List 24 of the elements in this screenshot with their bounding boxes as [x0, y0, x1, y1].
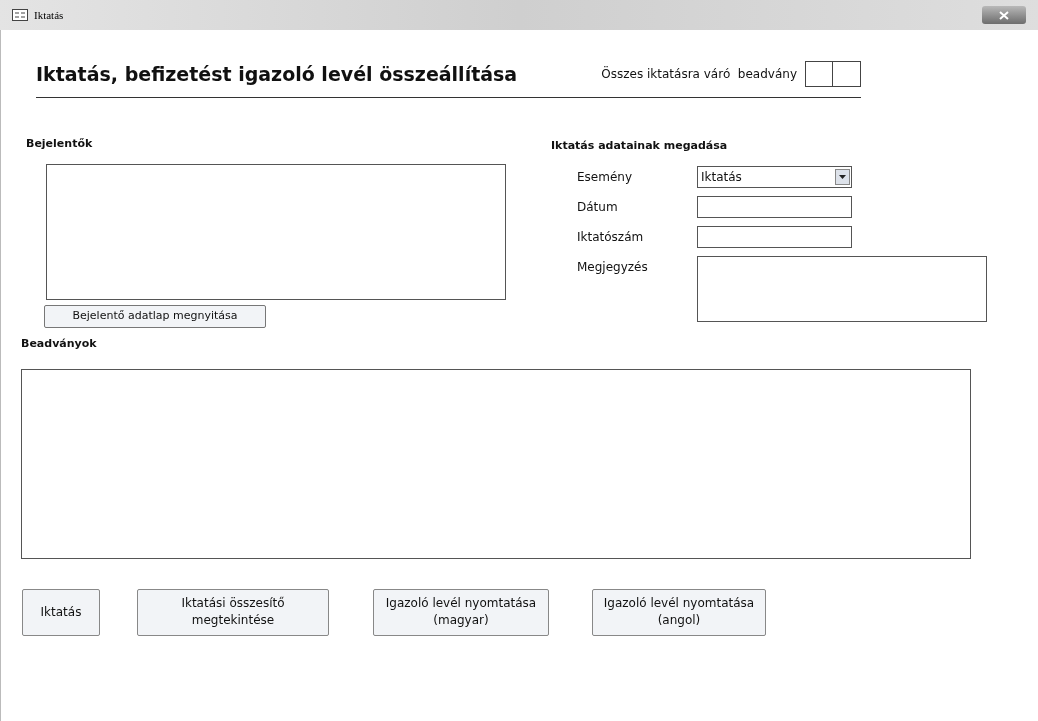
input-field[interactable]: [697, 226, 852, 248]
counter-label: Összes iktatásra váró beadvány: [601, 65, 797, 84]
action-button[interactable]: Iktatási összesítő megtekintése: [137, 588, 329, 636]
field-label: Esemény: [577, 169, 633, 186]
field-label: Megjegyzés: [577, 259, 649, 276]
action-button[interactable]: Igazoló levél nyomtatása (angol): [592, 588, 766, 636]
comment-field[interactable]: [697, 256, 987, 322]
close-button[interactable]: [982, 6, 1026, 24]
action-button[interactable]: Igazoló levél nyomtatása (magyar): [373, 588, 549, 636]
section-label: Iktatás adatainak megadása: [551, 137, 729, 154]
close-icon: [999, 10, 1009, 20]
field-label: Dátum: [577, 199, 619, 216]
field-label: Iktatószám: [577, 229, 645, 246]
action-button[interactable]: Iktatás: [22, 588, 100, 636]
window-title: Iktatás: [34, 7, 64, 23]
counter-field: [805, 61, 861, 88]
form-icon: [12, 9, 28, 21]
dropdown-value: Iktatás: [701, 169, 742, 186]
event-dropdown[interactable]: Iktatás: [697, 166, 852, 188]
input-field[interactable]: [697, 196, 852, 218]
form-heading: Iktatás, befizetést igazoló levél összeállítása: [36, 62, 518, 87]
open-form-button[interactable]: Bejelentő adatlap megnyitása: [44, 305, 266, 328]
section-label: Bejelentők: [26, 135, 94, 152]
section-label: Beadványok: [21, 336, 98, 352]
